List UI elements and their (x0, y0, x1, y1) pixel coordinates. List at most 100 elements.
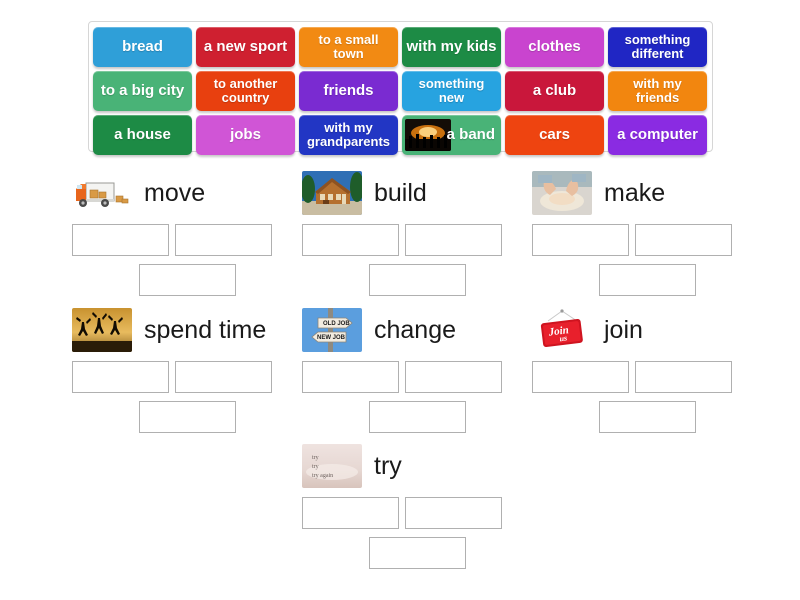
svg-text:us: us (559, 333, 568, 343)
group-build: build (302, 166, 532, 296)
word-tile-label: a new sport (203, 37, 288, 55)
svg-text:try: try (312, 464, 319, 470)
word-tile[interactable]: a house (93, 115, 192, 155)
group-header: make (532, 166, 762, 220)
drop-slot[interactable] (138, 264, 236, 296)
drop-slot[interactable] (598, 401, 696, 433)
tile-row: bread a new sport to a small town with my k… (93, 27, 708, 67)
drop-row-top (72, 224, 302, 256)
drop-slot[interactable] (138, 401, 236, 433)
drop-slot[interactable] (72, 361, 169, 393)
word-tile[interactable]: something different (608, 27, 707, 67)
word-tile-label: to another country (213, 75, 278, 105)
drop-slot[interactable] (302, 224, 399, 256)
drop-slot[interactable] (405, 224, 502, 256)
word-tile[interactable]: something new (402, 71, 501, 111)
drop-slot[interactable] (368, 401, 466, 433)
group-label: build (374, 178, 427, 207)
drop-slot[interactable] (405, 361, 502, 393)
word-tile-label: a band (446, 125, 495, 143)
drop-row-bottom (302, 264, 532, 296)
word-tile[interactable]: jobs (196, 115, 295, 155)
drop-slot[interactable] (175, 224, 272, 256)
word-tile-label: a club (532, 81, 577, 99)
word-tile-label: bread (122, 37, 163, 55)
word-tile[interactable]: a club (505, 71, 604, 111)
group-image (72, 308, 132, 352)
group-label: change (374, 315, 457, 344)
drop-row-bottom (72, 264, 302, 296)
word-tile[interactable]: to a small town (299, 27, 398, 67)
drop-row-top (532, 361, 762, 393)
svg-text:NEW JOB: NEW JOB (317, 335, 346, 341)
word-tile[interactable]: a band (402, 115, 501, 155)
group-header: build (302, 166, 532, 220)
tile-thumbnail-image (405, 119, 451, 151)
group-header: Join us join (532, 303, 762, 357)
drop-row-top (302, 224, 532, 256)
drop-slot[interactable] (635, 224, 732, 256)
drop-row-bottom (72, 401, 302, 433)
svg-text:try: try (312, 455, 319, 461)
group-header: try try try again try (302, 439, 532, 493)
drop-row-bottom (302, 537, 532, 569)
drop-slot[interactable] (302, 497, 399, 529)
group-label: make (604, 178, 666, 207)
group-try: try try try again try (302, 439, 532, 569)
drop-slot[interactable] (368, 537, 466, 569)
word-tile-label: a computer (617, 125, 698, 143)
tile-row: to a big city to another country friends so… (93, 71, 708, 111)
word-tile[interactable]: a new sport (196, 27, 295, 67)
drop-row-bottom (302, 401, 532, 433)
word-tile[interactable]: with my kids (402, 27, 501, 67)
group-image: OLD JOB NEW JOB (302, 308, 362, 352)
group-label: join (604, 315, 643, 344)
drop-slot[interactable] (405, 497, 502, 529)
word-tile[interactable]: with my friends (608, 71, 707, 111)
drop-row-top (532, 224, 762, 256)
word-tile-label: to a big city (100, 81, 185, 99)
word-tile[interactable]: clothes (505, 27, 604, 67)
group-image (72, 171, 132, 215)
group-header: spend time (72, 303, 302, 357)
word-tile-label: something new (418, 75, 485, 105)
group-change: OLD JOB NEW JOB change (302, 303, 532, 433)
group-spend-time: spend time (72, 303, 302, 433)
word-tile[interactable]: to another country (196, 71, 295, 111)
word-tile[interactable]: friends (299, 71, 398, 111)
word-tile-label: something different (624, 31, 691, 61)
word-tile-label: to a small town (318, 31, 379, 61)
drop-row-bottom (532, 401, 762, 433)
drop-slot[interactable] (175, 361, 272, 393)
word-tile-label: jobs (230, 125, 261, 143)
group-image: Join us (532, 308, 592, 352)
group-make: make (532, 166, 762, 296)
drop-slot[interactable] (635, 361, 732, 393)
word-tile-label: cars (539, 125, 570, 143)
word-tile-label: friends (323, 81, 374, 99)
word-tile[interactable]: with my grandparents (299, 115, 398, 155)
word-tile-label: with my grandparents (306, 119, 391, 149)
drop-slot[interactable] (532, 361, 629, 393)
svg-text:OLD JOB: OLD JOB (323, 321, 350, 327)
drop-slot[interactable] (72, 224, 169, 256)
word-tile[interactable]: a computer (608, 115, 707, 155)
word-tile[interactable]: to a big city (93, 71, 192, 111)
word-tile[interactable]: bread (93, 27, 192, 67)
group-label: spend time (144, 315, 267, 344)
group-header: OLD JOB NEW JOB change (302, 303, 532, 357)
drop-row-top (72, 361, 302, 393)
group-label: try (374, 451, 402, 480)
group-image (302, 171, 362, 215)
group-move: move (72, 166, 302, 296)
drop-slot[interactable] (532, 224, 629, 256)
drop-slot[interactable] (598, 264, 696, 296)
drop-row-top (302, 361, 532, 393)
word-tile-label: clothes (528, 37, 581, 55)
group-image: try try try again (302, 444, 362, 488)
svg-text:try again: try again (312, 473, 333, 479)
word-tile-label: with my friends (633, 75, 682, 105)
drop-slot[interactable] (302, 361, 399, 393)
drop-slot[interactable] (368, 264, 466, 296)
word-tile[interactable]: cars (505, 115, 604, 155)
